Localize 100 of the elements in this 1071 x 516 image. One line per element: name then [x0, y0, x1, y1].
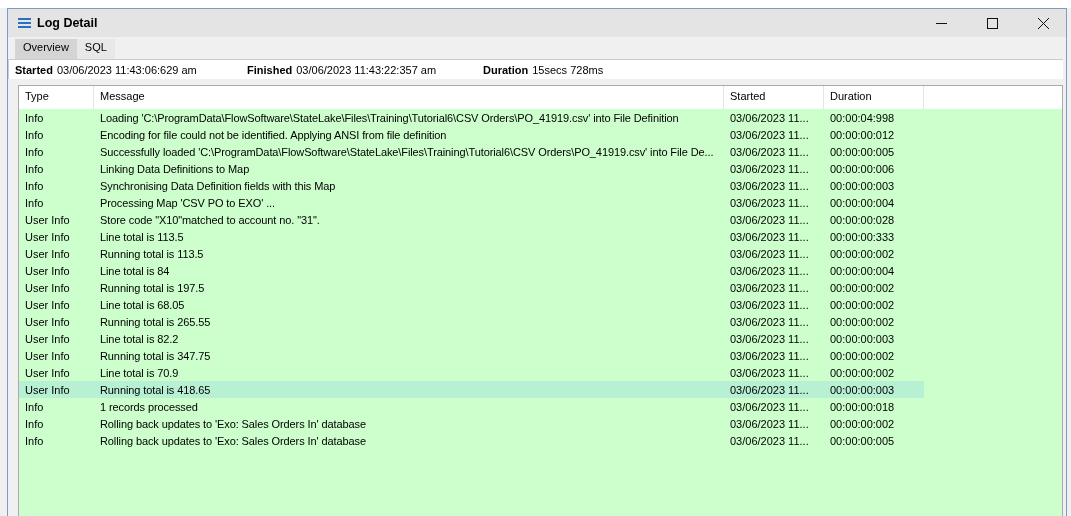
table-cell-text: 03/06/2023 11... [729, 111, 810, 124]
table-cell-text: Encoding for file could not be identified. Applying ANSI from file definition [99, 128, 448, 141]
table-cell-text: User Info [24, 281, 71, 294]
table-cell-text: 03/06/2023 11... [729, 315, 810, 328]
table-cell-text: Info [24, 145, 45, 158]
table-cell-text: 00:00:00:003 [829, 383, 896, 396]
table-cell-text: 03/06/2023 11... [729, 281, 810, 294]
table-cell-text: 00:00:00:005 [829, 145, 896, 158]
table-row[interactable]: Info Loading 'C:\ProgramData\FlowSoftware\StateLake\Files\Training\Tutorial6\CSV Orders\PO_41919.csv' into File Definition 03/06/2023 11... 00:00:04:998 [19, 109, 924, 126]
table-cell-text: Info [24, 417, 45, 430]
table-cell-text: 00:00:00:002 [829, 315, 896, 328]
table-row[interactable]: Info Rolling back updates to 'Exo: Sales Orders In' database 03/06/2023 11... 00:00:00:005 [19, 432, 924, 449]
table-cell-text: 00:00:00:006 [829, 162, 896, 175]
table-row[interactable]: User Info Store code "X10"matched to account no. "31". 03/06/2023 11... 00:00:00:028 [19, 211, 924, 228]
table-cell-text: Line total is 82.2 [99, 332, 180, 345]
table-cell-text: 00:00:00:003 [829, 332, 896, 345]
table-cell-text: Running total is 197.5 [99, 281, 206, 294]
table-row[interactable]: Info Encoding for file could not be identified. Applying ANSI from file definition 03/06/2023 11... 00:00:00:012 [19, 126, 924, 143]
table-row[interactable]: User Info Running total is 347.75 03/06/2023 11... 00:00:00:002 [19, 347, 924, 364]
table-cell-text: 00:00:00:004 [829, 264, 896, 277]
table-cell-text: User Info [24, 298, 71, 311]
table-cell-text: 03/06/2023 11... [729, 400, 810, 413]
window-title: Log Detail [37, 16, 98, 30]
summary-value: 03/06/2023 11:43:06:629 am [56, 63, 197, 76]
table-cell-text: Running total is 418.65 [99, 383, 212, 396]
table-cell-text: 03/06/2023 11... [729, 434, 810, 447]
table-cell-text: 00:00:00:018 [829, 400, 896, 413]
table-row[interactable]: User Info Running total is 265.55 03/06/2023 11... 00:00:00:002 [19, 313, 924, 330]
table-cell-text: 03/06/2023 11... [729, 145, 810, 158]
table-cell-text: 03/06/2023 11... [729, 128, 810, 141]
table-cell-text: Store code "X10"matched to account no. "31". [99, 213, 321, 226]
summary-label: Started [15, 63, 53, 76]
table-cell-text: User Info [24, 230, 71, 243]
table-cell-text: User Info [24, 247, 71, 260]
table-cell-text: Successfully loaded 'C:\ProgramData\FlowSoftware\StateLake\Files\Training\Tutorial6\CSV Orders\PO_41919.csv' into File De... [99, 145, 715, 158]
table-row[interactable]: Info Synchronising Data Definition fields with this Map 03/06/2023 11... 00:00:00:003 [19, 177, 924, 194]
table-cell-text: 00:00:00:012 [829, 128, 896, 141]
table-cell-text: 00:00:00:003 [829, 179, 896, 192]
column-header[interactable]: Duration [824, 86, 924, 109]
table-cell-text: 03/06/2023 11... [729, 417, 810, 430]
table-cell-text: 00:00:04:998 [829, 111, 896, 124]
table-cell-text: 03/06/2023 11... [729, 179, 810, 192]
table-cell-text: Rolling back updates to 'Exo: Sales Orders In' database [99, 434, 367, 447]
table-cell-text: User Info [24, 213, 71, 226]
table-cell-text: 00:00:00:002 [829, 349, 896, 362]
table-cell-text: User Info [24, 315, 71, 328]
table-row[interactable]: Info Processing Map 'CSV PO to EXO' ... 03/06/2023 11... 00:00:00:004 [19, 194, 924, 211]
column-header[interactable]: Type [19, 86, 94, 109]
table-cell-text: 03/06/2023 11... [729, 383, 810, 396]
summary-value: 15secs 728ms [532, 63, 604, 76]
table-cell-text: Info [24, 111, 45, 124]
table-cell-text: 03/06/2023 11... [729, 264, 810, 277]
table-row[interactable]: User Info Line total is 84 03/06/2023 11... 00:00:00:004 [19, 262, 924, 279]
table-cell-text: User Info [24, 383, 71, 396]
table-cell-text: Info [24, 179, 45, 192]
table-cell-text: 03/06/2023 11... [729, 162, 810, 175]
table-row[interactable]: User Info Line total is 68.05 03/06/2023 11... 00:00:00:002 [19, 296, 924, 313]
table-cell-text: User Info [24, 332, 71, 345]
table-row[interactable]: Info 1 records processed 03/06/2023 11... 00:00:00:018 [19, 398, 924, 415]
table-cell-text: Synchronising Data Definition fields with this Map [99, 179, 337, 192]
table-cell-text: 00:00:00:028 [829, 213, 896, 226]
table-cell-text: Loading 'C:\ProgramData\FlowSoftware\StateLake\Files\Training\Tutorial6\CSV Orders\PO_41919.csv' into File Definition [99, 111, 680, 124]
table-cell-text: 03/06/2023 11... [729, 213, 810, 226]
table-cell-text: Line total is 84 [99, 264, 171, 277]
column-header[interactable]: Message [94, 86, 724, 109]
table-cell-text: 03/06/2023 11... [729, 298, 810, 311]
table-row[interactable]: Info Linking Data Definitions to Map 03/06/2023 11... 00:00:00:006 [19, 160, 924, 177]
table-cell-text: Info [24, 400, 45, 413]
column-header[interactable]: Started [724, 86, 824, 109]
table-row[interactable]: User Info Line total is 113.5 03/06/2023 11... 00:00:00:333 [19, 228, 924, 245]
table-row[interactable]: User Info Running total is 113.5 03/06/2023 11... 00:00:00:002 [19, 245, 924, 262]
table-cell-text: 00:00:00:002 [829, 247, 896, 260]
table-cell-text: Processing Map 'CSV PO to EXO' ... [99, 196, 277, 209]
table-row[interactable]: Info Successfully loaded 'C:\ProgramData\FlowSoftware\StateLake\Files\Training\Tutorial6\CSV Orders\PO_41919.csv' into File De... 03/06/2023 11... 00:00:00:005 [19, 143, 924, 160]
table-row[interactable]: User Info Running total is 197.5 03/06/2023 11... 00:00:00:002 [19, 279, 924, 296]
table-cell-text: Running total is 347.75 [99, 349, 212, 362]
table-row[interactable]: User Info Line total is 82.2 03/06/2023 11... 00:00:00:003 [19, 330, 924, 347]
table-cell-text: 03/06/2023 11... [729, 366, 810, 379]
table-cell-text: 03/06/2023 11... [729, 332, 810, 345]
table-cell-text: 00:00:00:005 [829, 434, 896, 447]
table-row[interactable]: Info Rolling back updates to 'Exo: Sales Orders In' database 03/06/2023 11... 00:00:00:002 [19, 415, 924, 432]
table-cell-text: 00:00:00:333 [829, 230, 896, 243]
close-icon[interactable] [1038, 17, 1049, 29]
table-cell-text: Running total is 113.5 [99, 247, 205, 260]
maximize-icon[interactable] [987, 17, 998, 29]
menu-icon[interactable] [18, 18, 31, 28]
tab[interactable]: Overview [15, 39, 77, 59]
table-cell-text: Info [24, 434, 45, 447]
table-cell-text: 00:00:00:002 [829, 281, 896, 294]
table-cell-text: Line total is 70.9 [99, 366, 180, 379]
table-cell-text: Info [24, 162, 45, 175]
summary-value: 03/06/2023 11:43:22:357 am [296, 63, 437, 76]
table-cell-text: 03/06/2023 11... [729, 196, 810, 209]
table-row[interactable]: User Info Line total is 70.9 03/06/2023 11... 00:00:00:002 [19, 364, 924, 381]
table-cell-text: 03/06/2023 11... [729, 247, 810, 260]
table-cell-text: User Info [24, 366, 71, 379]
table-row[interactable]: User Info Running total is 418.65 03/06/2023 11... 00:00:00:003 [19, 381, 924, 398]
table-cell-text: 00:00:00:004 [829, 196, 896, 209]
tab[interactable]: SQL [76, 39, 115, 59]
table-cell-text: 00:00:00:002 [829, 417, 896, 430]
